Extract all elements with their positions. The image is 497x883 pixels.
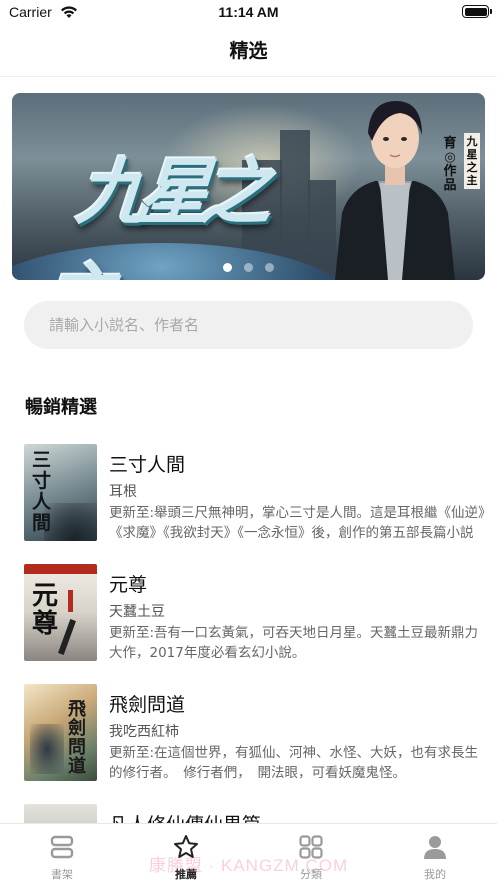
book-author: 我吃西紅柿 (109, 724, 179, 740)
book-description: 更新至:在這個世界，有狐仙、河神、水怪、大妖，也有求長生的修行者。 修行者們， … (109, 745, 479, 781)
book-list-item[interactable]: 飛劍問道 飛劍問道 我吃西紅柿 更新至:在這個世界，有狐仙、河神、水怪、大妖，也… (0, 684, 497, 784)
book-author: 耳根 (109, 484, 137, 500)
book-cover[interactable]: 元尊 (24, 564, 97, 661)
carousel-page-indicator[interactable] (12, 263, 485, 272)
book-cover[interactable]: 三寸人間 (24, 444, 97, 541)
clock: 11:14 AM (218, 4, 279, 20)
carousel-dot[interactable] (244, 263, 253, 272)
book-list-item[interactable]: 三寸人間 三寸人間 耳根 更新至:舉頭三尺無神明，掌心三寸是人間。這是耳根繼《仙… (0, 444, 497, 544)
watermark: 康勝盟 · KANGZM.COM (148, 856, 349, 875)
book-description: 更新至:舉頭三尺無神明，掌心三寸是人間。這是耳根繼《仙逆》《求魔》《我欲封天》《… (109, 505, 485, 541)
battery-icon (462, 5, 492, 18)
status-bar: Carrier 11:14 AM (0, 0, 497, 26)
book-title[interactable]: 三寸人間 (109, 450, 185, 477)
carousel-dot[interactable] (223, 263, 232, 272)
book-list-item[interactable]: 元尊 元尊 天蠶土豆 更新至:吾有一口玄黃氣，可吞天地日月星。天蠶土豆最新鼎力大… (0, 564, 497, 664)
page-title: 精选 (229, 40, 268, 62)
section-title: 暢銷精選 (25, 397, 97, 418)
banner-logo: 九星之主 (35, 149, 283, 280)
book-author: 天蠶土豆 (109, 604, 165, 620)
banner-author-mark: 育◎作品 (443, 136, 457, 193)
header-divider (0, 76, 497, 77)
book-cover[interactable]: 飛劍問道 (24, 684, 97, 781)
banner-carousel[interactable]: 九星之主 育◎作品 九星之主 (12, 93, 485, 280)
book-title[interactable]: 元尊 (109, 570, 147, 597)
book-title[interactable]: 飛劍問道 (109, 690, 185, 717)
search-input[interactable] (24, 301, 473, 349)
book-description: 更新至:吾有一口玄黃氣，可吞天地日月星。天蠶土豆最新鼎力大作，2017年度必看玄… (109, 625, 479, 661)
carousel-dot[interactable] (265, 263, 274, 272)
banner-vertical-title: 九星之主 (464, 133, 480, 189)
